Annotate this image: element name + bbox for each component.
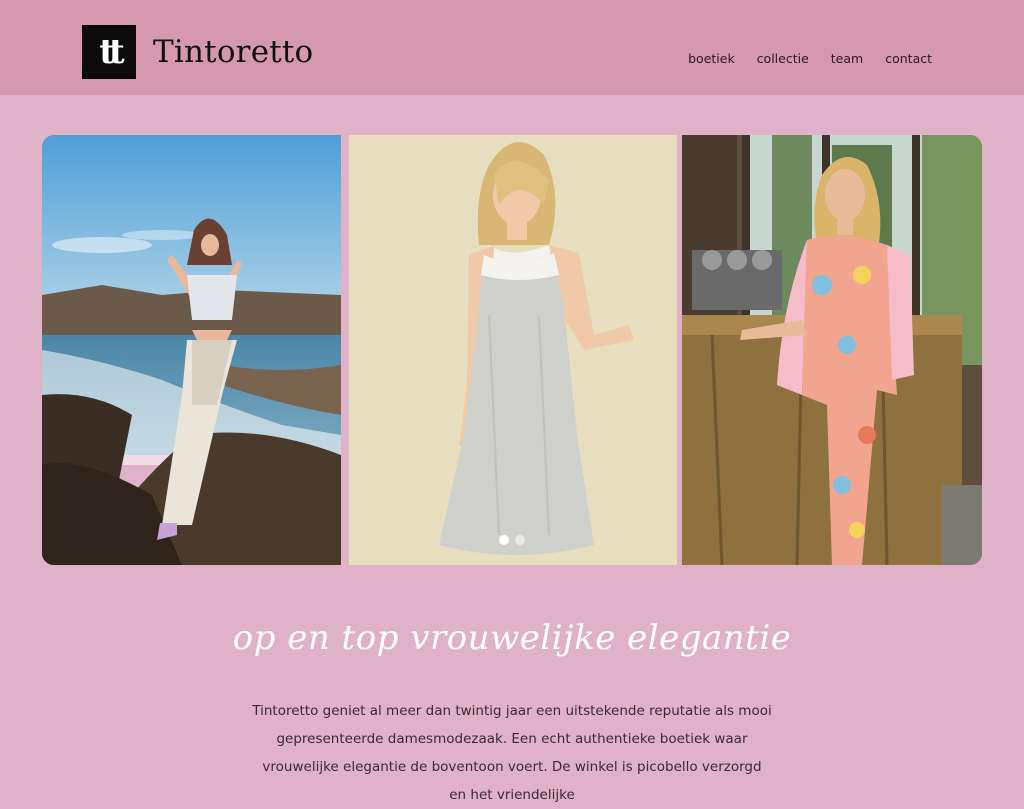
site-header: tt Tintoretto boetiek collectie team con… (0, 0, 1024, 95)
slide-image-dress (349, 135, 677, 565)
nav-link-boetiek[interactable]: boetiek (688, 51, 735, 66)
slider-dot-2[interactable] (515, 535, 525, 545)
main-nav: boetiek collectie team contact (666, 51, 932, 66)
tagline-heading: op en top vrouwelijke elegantie (232, 618, 792, 658)
slider-pagination (499, 535, 525, 545)
slide-image-beach (42, 135, 341, 565)
slider-dot-1[interactable] (499, 535, 509, 545)
logo[interactable]: tt Tintoretto (82, 25, 313, 79)
slide-image-interior (682, 135, 982, 565)
intro-paragraph: Tintoretto geniet al meer dan twintig ja… (252, 703, 772, 803)
brand-name: Tintoretto (153, 33, 314, 70)
nav-link-team[interactable]: team (831, 51, 863, 66)
image-slider[interactable] (42, 135, 982, 565)
nav-link-collectie[interactable]: collectie (757, 51, 809, 66)
nav-link-contact[interactable]: contact (885, 51, 932, 66)
logo-mark: tt (82, 25, 136, 79)
